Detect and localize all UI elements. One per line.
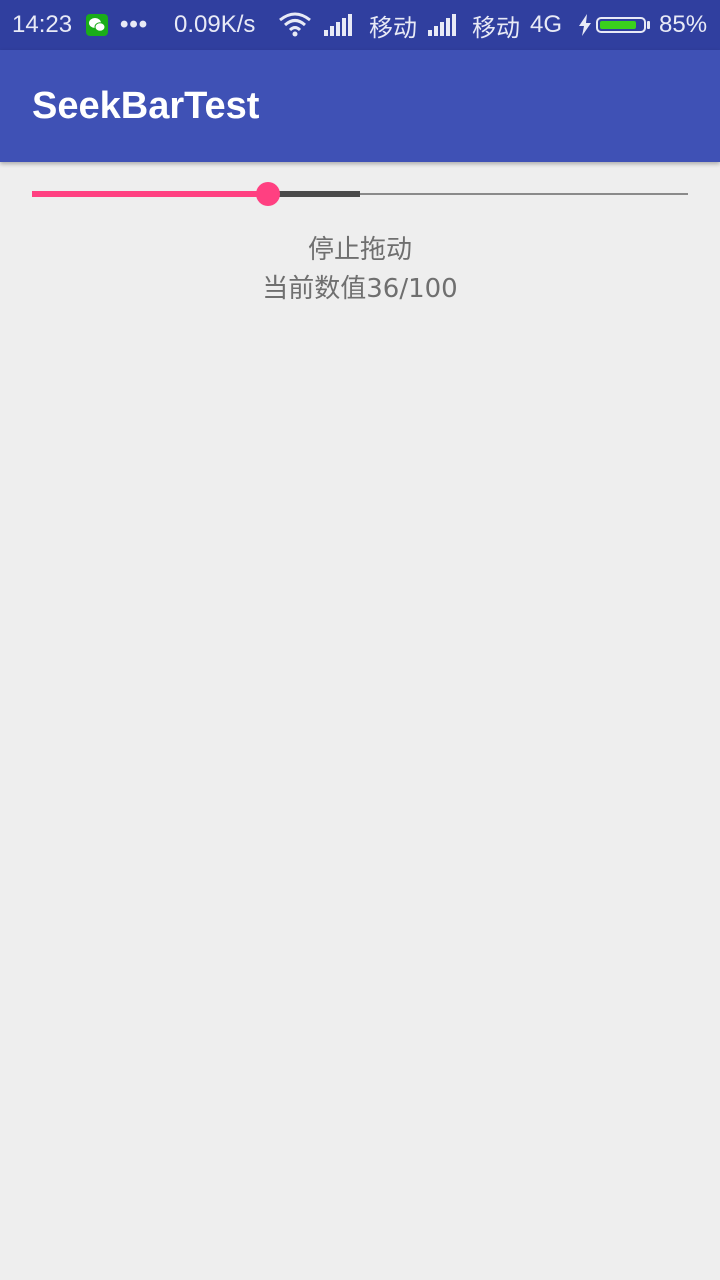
carrier-2: 移动 bbox=[472, 14, 520, 42]
charging-icon bbox=[578, 0, 592, 50]
battery-percent: 85% bbox=[659, 11, 708, 38]
seekbar-thumb[interactable] bbox=[256, 182, 281, 206]
more-dots-icon: ••• bbox=[120, 11, 149, 38]
app-title: SeekBarTest bbox=[32, 85, 260, 127]
wifi-icon bbox=[278, 0, 312, 50]
app-bar: SeekBarTest bbox=[0, 50, 720, 162]
status-time: 14:23 bbox=[12, 11, 73, 38]
seekbar[interactable] bbox=[32, 178, 688, 210]
signal-icon bbox=[324, 0, 356, 50]
carrier-1: 移动 bbox=[369, 14, 417, 42]
current-value-text: 当前数值36/100 bbox=[262, 274, 458, 304]
status-bar: 14:23 ••• 0.09K/s 移动 移动 4G 85% bbox=[0, 0, 720, 50]
network-type: 4G bbox=[530, 11, 563, 38]
network-speed: 0.09K/s bbox=[174, 11, 256, 38]
battery-icon bbox=[596, 0, 650, 50]
signal-icon bbox=[428, 0, 460, 50]
wechat-icon bbox=[86, 0, 108, 50]
drag-state-text: 停止拖动 bbox=[307, 235, 412, 265]
seekbar-progress bbox=[32, 191, 269, 197]
